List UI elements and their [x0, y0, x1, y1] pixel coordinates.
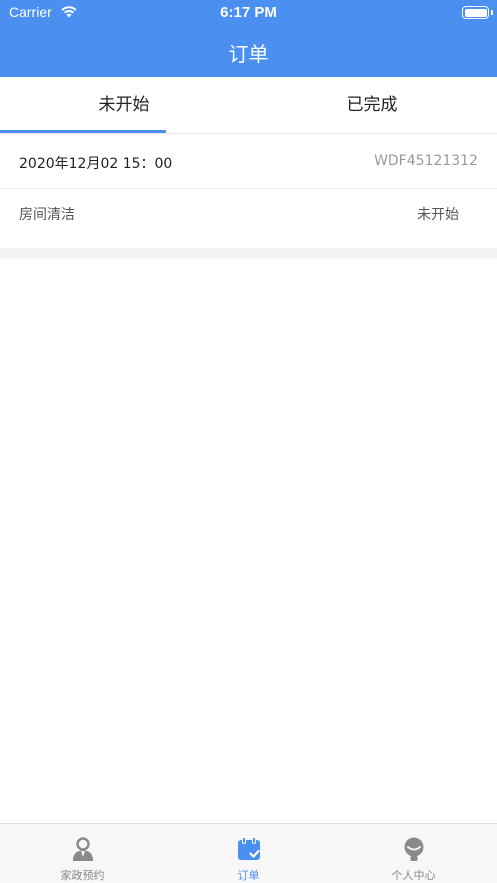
calendar-check-icon [237, 837, 260, 860]
tabbar-item-orders[interactable]: 订单 [166, 824, 331, 883]
order-datetime: 2020年12月02 15：00 [19, 156, 173, 172]
tab-not-started[interactable]: 未开始 [0, 77, 248, 133]
order-number: WDF45121312 [374, 153, 478, 169]
tabbar-label: 家政预约 [60, 869, 105, 882]
page-title: 订单 [228, 42, 269, 66]
person-icon [72, 837, 93, 861]
tab-completed[interactable]: 已完成 [248, 77, 496, 133]
order-service: 房间清洁 [19, 207, 75, 223]
bottom-tabbar: 家政预约 订单 个人中心 [0, 823, 497, 883]
nav-header: Carrier 6:17 PM 订单 [0, 0, 497, 77]
status-bar: Carrier 6:17 PM [0, 0, 497, 26]
tabbar-label: 个人中心 [391, 869, 436, 882]
order-tabs: 未开始 已完成 [0, 77, 497, 134]
profile-icon [404, 837, 423, 861]
battery-icon [462, 6, 489, 19]
tab-selected-indicator [0, 130, 166, 133]
clock: 6:17 PM [220, 4, 277, 21]
tabbar-item-booking[interactable]: 家政预约 [0, 824, 165, 883]
tabbar-item-profile[interactable]: 个人中心 [331, 824, 496, 883]
order-card[interactable]: 2020年12月02 15：00 WDF45121312 房间清洁 未开始 [0, 134, 497, 248]
tabbar-label: 订单 [237, 869, 260, 882]
order-status: 未开始 [417, 207, 459, 223]
battery-nub [491, 10, 493, 15]
section-divider [0, 248, 497, 259]
